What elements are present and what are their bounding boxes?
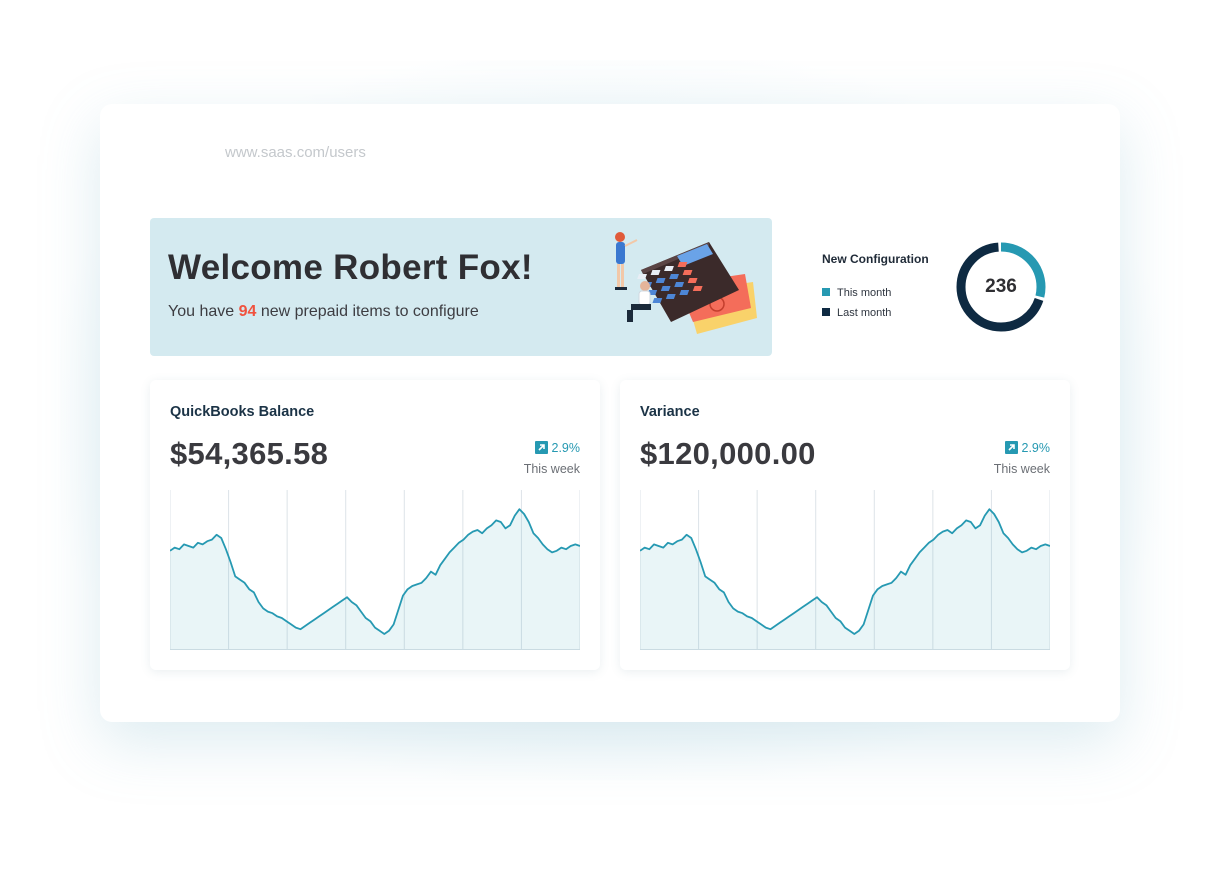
card-title: QuickBooks Balance [170, 404, 315, 420]
prepaid-count: 94 [238, 303, 257, 320]
dashboard-card: www.saas.com/users Welcome Robert Fox! Y… [100, 104, 1120, 722]
legend-swatch-last-month [822, 308, 830, 316]
donut-value: 236 [985, 276, 1017, 297]
legend-label-this-month: This month [837, 287, 892, 299]
change-indicator: 2.9% [534, 441, 581, 455]
legend-swatch-this-month [822, 288, 830, 296]
period-label: This week [523, 462, 580, 476]
welcome-sub-suffix: new prepaid items to configure [256, 303, 479, 320]
change-value: 2.9% [1021, 441, 1051, 455]
series-area [640, 509, 1050, 650]
period-label: This week [993, 462, 1050, 476]
welcome-title: Welcome Robert Fox! [168, 248, 533, 287]
sitting-person [627, 281, 651, 322]
arrow-up-right-icon [534, 441, 548, 454]
calculator-illustration [615, 232, 757, 334]
balance-area-chart [170, 490, 580, 650]
arrow-up-right-icon [1004, 441, 1018, 454]
variance-card: Variance $120,000.00 2.9% This week [620, 380, 1070, 670]
series-area [170, 509, 580, 650]
card-value: $120,000.00 [640, 436, 816, 471]
change-indicator: 2.9% [1004, 441, 1051, 455]
url-text[interactable]: www.saas.com/users [225, 144, 366, 161]
legend-label-last-month: Last month [837, 307, 892, 319]
legend-last-month: Last month [822, 307, 891, 319]
quickbooks-balance-card: QuickBooks Balance $54,365.58 2.9% This … [150, 380, 600, 670]
change-value: 2.9% [551, 441, 581, 455]
variance-area-chart [640, 490, 1050, 650]
standing-person [615, 232, 638, 290]
welcome-banner: Welcome Robert Fox! You have 94 new prep… [150, 218, 772, 356]
configuration-donut: 236 [953, 239, 1049, 335]
welcome-sub-prefix: You have [168, 303, 239, 320]
card-value: $54,365.58 [170, 436, 329, 471]
config-title: New Configuration [822, 252, 929, 266]
legend-this-month: This month [822, 287, 891, 299]
card-title: Variance [640, 404, 700, 420]
welcome-subtitle: You have 94 new prepaid items to configu… [168, 303, 479, 321]
